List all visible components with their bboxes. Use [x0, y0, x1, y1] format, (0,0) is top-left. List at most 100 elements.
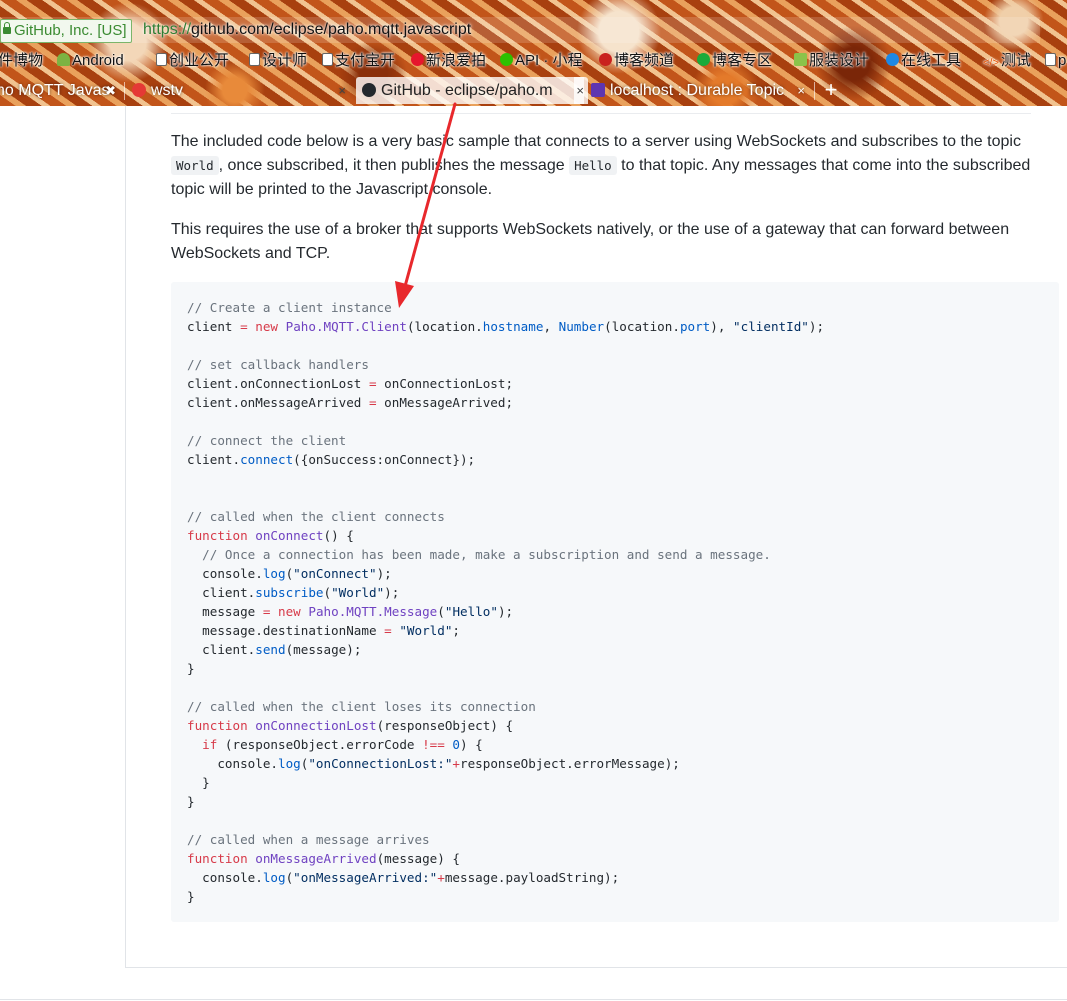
tab-wstv[interactable]: wstv ×: [132, 77, 350, 104]
code-operator: =: [368, 395, 377, 410]
tab-localhost[interactable]: localhost : Durable Topic ×: [591, 77, 809, 104]
url-scheme: https://: [143, 21, 192, 38]
code-line: }: [187, 659, 824, 678]
close-icon[interactable]: ×: [574, 77, 584, 104]
code-class: Paho.MQTT.Message: [308, 604, 438, 619]
code-operator: =: [240, 319, 248, 334]
ev-certificate-badge[interactable]: GitHub, Inc. [US]: [0, 19, 132, 43]
bookmark-label: API · 小程: [515, 52, 583, 69]
code-line: function onConnectionLost(responseObject…: [187, 716, 824, 735]
code-line: // Once a connection has been made, make…: [187, 545, 824, 564]
code-token: client.onMessageArrived: [187, 395, 369, 410]
code-token: client.: [187, 452, 241, 467]
window-title-strip: [0, 0, 1067, 14]
bookmark-item[interactable]: 新浪爱拍: [411, 51, 486, 71]
tab-github[interactable]: GitHub - eclipse/paho.m ×: [356, 77, 588, 104]
code-line: }: [187, 792, 824, 811]
tool-icon: [886, 53, 899, 66]
inline-code-world: World: [171, 156, 219, 175]
bookmark-item[interactable]: </> 测试: [983, 51, 1031, 71]
code-line: if (responseObject.errorCode !== 0) {: [187, 735, 824, 754]
bookmark-item[interactable]: 博客专区: [697, 51, 772, 71]
code-operator: !==: [422, 737, 445, 752]
code-method: log: [262, 566, 286, 581]
bookmark-item[interactable]: 博客频道: [599, 51, 674, 71]
bookmark-label: 服装设计: [809, 52, 870, 69]
code-token: responseObject.errorMessage);: [460, 756, 680, 771]
bookmark-item[interactable]: 服装设计: [794, 51, 869, 71]
code-keyword: function: [187, 718, 248, 733]
bookmark-item[interactable]: 设计师: [249, 51, 307, 71]
page-bottom-divider: [0, 999, 1067, 1000]
code-string: "onMessageArrived:": [293, 870, 438, 885]
code-token: );: [808, 319, 825, 334]
code-token: onMessageArrived;: [376, 395, 514, 410]
page-icon: [156, 53, 167, 66]
code-comment: // Create a client instance: [187, 300, 392, 315]
code-line: client.send(message);: [187, 640, 824, 659]
broker-line-2: WebSockets and TCP.: [171, 245, 331, 262]
bookmark-item[interactable]: Android: [57, 51, 124, 71]
bookmark-item[interactable]: 在线工具: [886, 51, 961, 71]
code-method: connect: [240, 452, 294, 467]
bookmark-label: Android: [72, 52, 124, 69]
new-tab-button[interactable]: +: [822, 77, 840, 104]
tab-paho-mqtt[interactable]: no MQTT Javas ✖: [0, 77, 120, 104]
code-token: (location.: [604, 319, 680, 334]
code-operator: =: [262, 604, 271, 619]
code-token: message.destinationName: [187, 623, 385, 638]
code-token: ({onSuccess:onConnect});: [293, 452, 476, 467]
code-block[interactable]: // Create a client instance client = new …: [171, 282, 1059, 922]
address-bar-row: GitHub, Inc. [US] https://github.com/ecl…: [0, 14, 1067, 46]
code-method: log: [262, 870, 286, 885]
intro-text: , once subscribed, it then publishes the…: [218, 157, 565, 174]
close-icon[interactable]: ×: [797, 77, 805, 104]
c-icon: [697, 53, 710, 66]
code-token: client.: [187, 585, 256, 600]
weibo-icon: [411, 53, 424, 66]
bookmark-item[interactable]: 创业公开: [156, 51, 229, 71]
heading-divider: [171, 113, 1031, 114]
tab-divider: [124, 82, 125, 100]
code-token: (responseObject) {: [376, 718, 514, 733]
code-token: (message) {: [376, 851, 460, 866]
code-operator: +: [437, 870, 445, 885]
bookmark-label: 在线工具: [901, 52, 962, 69]
code-line: // Create a client instance: [187, 298, 824, 317]
sheet-icon: [794, 53, 807, 66]
broker-line-1: This requires the use of a broker that s…: [171, 221, 1010, 238]
bookmark-label: 博客频道: [614, 52, 675, 69]
code-token: );: [497, 604, 514, 619]
url-text[interactable]: https://github.com/eclipse/paho.mqtt.jav…: [143, 19, 471, 41]
bookmark-item[interactable]: 件博物: [0, 51, 43, 71]
intro-text: to that topic. Any messages that come in…: [621, 157, 1031, 174]
code-token: console.: [187, 756, 278, 771]
code-keyword: new: [278, 604, 301, 619]
bookmark-item[interactable]: p: [1045, 51, 1066, 71]
code-line: message = new Paho.MQTT.Message("Hello")…: [187, 602, 824, 621]
code-line: }: [187, 887, 824, 906]
code-function-name: onMessageArrived: [255, 851, 377, 866]
code-token: client.: [187, 642, 256, 657]
github-favicon-icon: [362, 83, 376, 97]
page-icon: [322, 53, 333, 66]
code-function-name: onConnect: [255, 528, 324, 543]
bookmark-label: 件博物: [0, 52, 44, 69]
code-keyword: function: [187, 528, 248, 543]
close-icon[interactable]: ×: [338, 77, 346, 104]
intro-paragraph: The included code below is a very basic …: [171, 130, 1031, 202]
code-line: client.subscribe("World");: [187, 583, 824, 602]
bookmark-label: 设计师: [262, 52, 308, 69]
code-line: console.log("onConnectionLost:"+response…: [187, 754, 824, 773]
code-token: );: [384, 585, 400, 600]
code-property: hostname: [482, 319, 544, 334]
ev-badge-label: GitHub, Inc. [US]: [14, 22, 127, 39]
code-token: console.: [187, 566, 263, 581]
bookmark-item[interactable]: API · 小程: [500, 51, 583, 71]
bookmark-item[interactable]: 支付宝开: [322, 51, 395, 71]
code-token: client: [187, 319, 241, 334]
close-icon[interactable]: ✖: [105, 77, 116, 104]
code-property: port: [679, 319, 711, 334]
code-token: }: [187, 889, 195, 904]
